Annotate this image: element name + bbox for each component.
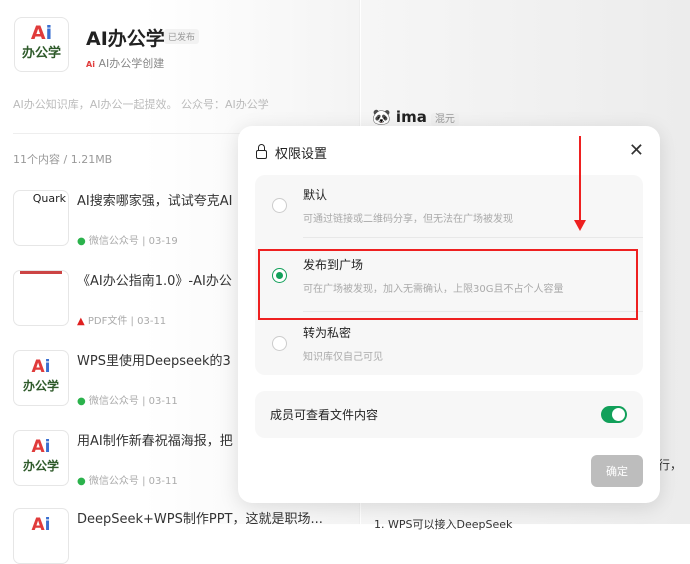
radio-private[interactable] (272, 336, 287, 351)
member-view-toggle[interactable] (601, 406, 627, 423)
kb-description: AI办公知识库，AI办公一起提效。 公众号：AI办公学 (13, 98, 269, 111)
divider (303, 237, 643, 238)
kb-title: AI办公学 (86, 28, 165, 50)
wechat-icon: ● (77, 236, 86, 247)
item-meta: ▲ PDF文件 | 03-11 (77, 316, 167, 327)
chat-text: 1. WPS可以接入DeepSeek (374, 518, 513, 531)
close-icon[interactable]: ✕ (629, 140, 644, 161)
member-view-setting: 成员可查看文件内容 (255, 391, 643, 438)
lock-icon (256, 144, 267, 159)
item-title: WPS里使用Deepseek的3 (77, 354, 231, 369)
radio-publish-square[interactable] (272, 268, 287, 283)
chat-text: 行， (658, 458, 683, 472)
confirm-button[interactable]: 确定 (591, 455, 643, 487)
kb-creator: Ai AI办公学创建 (86, 57, 165, 70)
divider (303, 311, 643, 312)
kb-logo: Ai 办公学 (14, 17, 69, 72)
dialog-title: 权限设置 (256, 143, 327, 162)
annotation-arrow (579, 136, 581, 224)
item-meta: ● 微信公众号 | 03-11 (77, 476, 178, 487)
creator-avatar-icon: Ai (86, 60, 95, 69)
item-title: 用AI制作新春祝福海报，把 (77, 434, 233, 449)
radio-default[interactable] (272, 198, 287, 213)
item-title: DeepSeek+WPS制作PPT，这就是职场... (77, 512, 323, 527)
assistant-header: 🐼 ima 混元 (372, 108, 459, 126)
kb-count: 11个内容 / 1.21MB (13, 153, 113, 166)
thumbnail: Ai 办公学 (13, 430, 69, 486)
option-publish-square[interactable]: 发布到广场 可在广场被发现，加入无需确认，上限30G且不占个人容量 (255, 245, 643, 307)
thumbnail: Quark (13, 190, 69, 246)
pdf-icon: ▲ (77, 316, 85, 327)
item-meta: ● 微信公众号 | 03-19 (77, 236, 178, 247)
permission-options: 默认 可通过链接或二维码分享，但无法在广场被发现 发布到广场 可在广场被发现，加… (255, 175, 643, 375)
wechat-icon: ● (77, 476, 86, 487)
list-item[interactable]: Ai DeepSeek+WPS制作PPT，这就是职场... (13, 508, 358, 564)
item-title: 《AI办公指南1.0》-AI办公 (77, 274, 232, 289)
pdf-thumbnail (13, 270, 69, 326)
arrow-head-icon (574, 220, 586, 231)
thumbnail: Ai (13, 508, 69, 564)
option-private[interactable]: 转为私密 知识库仅自己可见 (255, 313, 643, 375)
panda-icon: 🐼 (372, 108, 391, 126)
item-meta: ● 微信公众号 | 03-11 (77, 396, 178, 407)
permission-dialog: 权限设置 ✕ 默认 可通过链接或二维码分享，但无法在广场被发现 发布到广场 可在… (238, 126, 660, 503)
item-title: AI搜索哪家强，试试夸克AI (77, 194, 233, 209)
wechat-icon: ● (77, 396, 86, 407)
status-badge: 已发布 (164, 29, 200, 44)
thumbnail: Ai 办公学 (13, 350, 69, 406)
